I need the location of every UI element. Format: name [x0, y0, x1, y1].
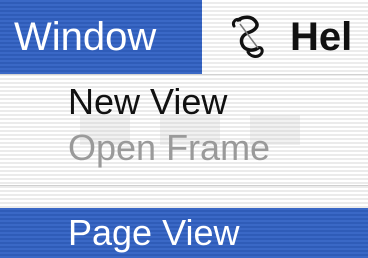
menu-item-label: Page View: [68, 212, 240, 253]
menu-window-label: Window: [14, 14, 157, 59]
screen: Window Hel New View Open Frame Page View: [0, 0, 368, 258]
script-scroll-icon[interactable]: [228, 14, 268, 60]
menu-item-page-view[interactable]: Page View: [0, 208, 368, 258]
menu-item-label: New View: [68, 81, 228, 122]
menu-item-label: Open Frame: [68, 127, 271, 168]
menu-help-label: Hel: [290, 14, 353, 59]
menu-separator: [0, 185, 368, 186]
menu-window[interactable]: Window: [0, 0, 202, 74]
menu-item-new-view[interactable]: New View: [0, 79, 368, 125]
menu-item-open-frame[interactable]: Open Frame: [0, 125, 368, 171]
menu-help-partial[interactable]: Hel: [290, 0, 352, 74]
menu-bar: Window Hel: [0, 0, 368, 75]
window-menu-dropdown: New View Open Frame Page View: [0, 75, 368, 258]
